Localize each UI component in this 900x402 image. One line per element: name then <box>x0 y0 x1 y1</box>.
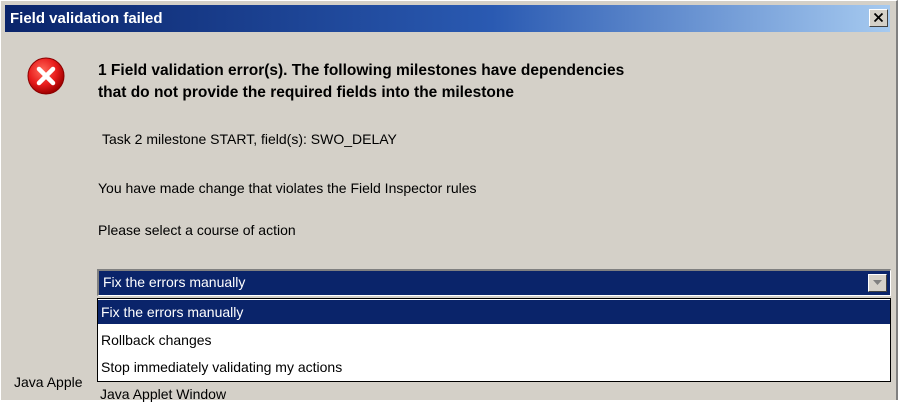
violation-text: You have made change that violates the F… <box>98 180 477 196</box>
dropdown-arrow-button[interactable] <box>868 274 887 292</box>
action-dropdown-list[interactable]: Fix the errors manually Rollback changes… <box>97 298 891 382</box>
option-rollback[interactable]: Rollback changes <box>98 328 890 352</box>
error-heading: 1 Field validation error(s). The followi… <box>98 60 624 104</box>
close-icon <box>874 13 883 22</box>
title-bar[interactable]: Field validation failed <box>5 5 890 32</box>
error-detail: Task 2 milestone START, field(s): SWO_DE… <box>102 131 397 147</box>
error-icon <box>27 57 65 95</box>
option-stop-validating[interactable]: Stop immediately validating my actions <box>98 355 890 379</box>
error-heading-line2: that do not provide the required fields … <box>98 84 514 101</box>
action-prompt: Please select a course of action <box>98 222 296 238</box>
chevron-down-icon <box>873 280 882 285</box>
option-fix-errors[interactable]: Fix the errors manually <box>98 300 890 324</box>
action-select-value: Fix the errors manually <box>103 274 246 290</box>
window-title: Field validation failed <box>10 10 163 27</box>
close-button[interactable] <box>869 9 888 27</box>
applet-window-label: Java Apple <box>14 374 83 390</box>
validation-dialog: Field validation failed 1 Field validati… <box>0 0 898 402</box>
action-select[interactable]: Fix the errors manually <box>97 269 891 296</box>
error-heading-line1: 1 Field validation error(s). The followi… <box>98 62 625 79</box>
